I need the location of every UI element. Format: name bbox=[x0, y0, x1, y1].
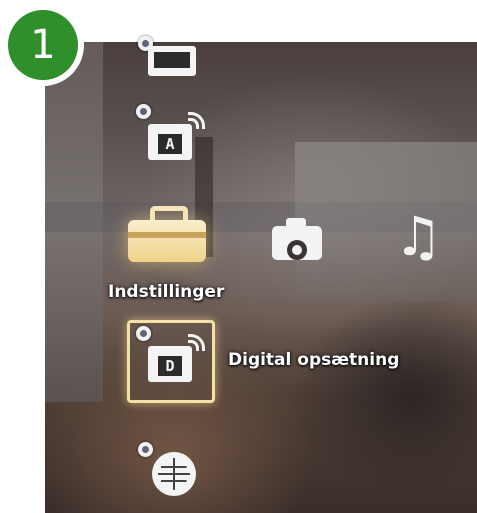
network-settings-icon[interactable] bbox=[138, 442, 202, 498]
wrench-icon bbox=[138, 442, 153, 457]
wrench-icon bbox=[136, 326, 151, 341]
globe-icon bbox=[152, 452, 196, 496]
digital-screen-letter: D bbox=[158, 356, 182, 376]
toolbox-icon[interactable] bbox=[128, 206, 208, 266]
wrench-icon bbox=[136, 104, 151, 119]
music-note-icon[interactable]: ♫ bbox=[394, 210, 442, 264]
digital-setup-icon[interactable]: D bbox=[136, 326, 206, 388]
item-label-digital-setup: Digital opsætning bbox=[228, 350, 400, 370]
analog-setup-icon[interactable]: A bbox=[136, 104, 206, 164]
tv-screen-photo bbox=[45, 42, 477, 513]
step-number: 1 bbox=[8, 10, 78, 80]
step-badge: 1 bbox=[2, 4, 84, 86]
category-label-settings: Indstillinger bbox=[108, 282, 225, 302]
picture-settings-icon[interactable] bbox=[138, 36, 202, 80]
camera-icon[interactable] bbox=[272, 218, 324, 262]
analog-screen-letter: A bbox=[158, 134, 182, 154]
